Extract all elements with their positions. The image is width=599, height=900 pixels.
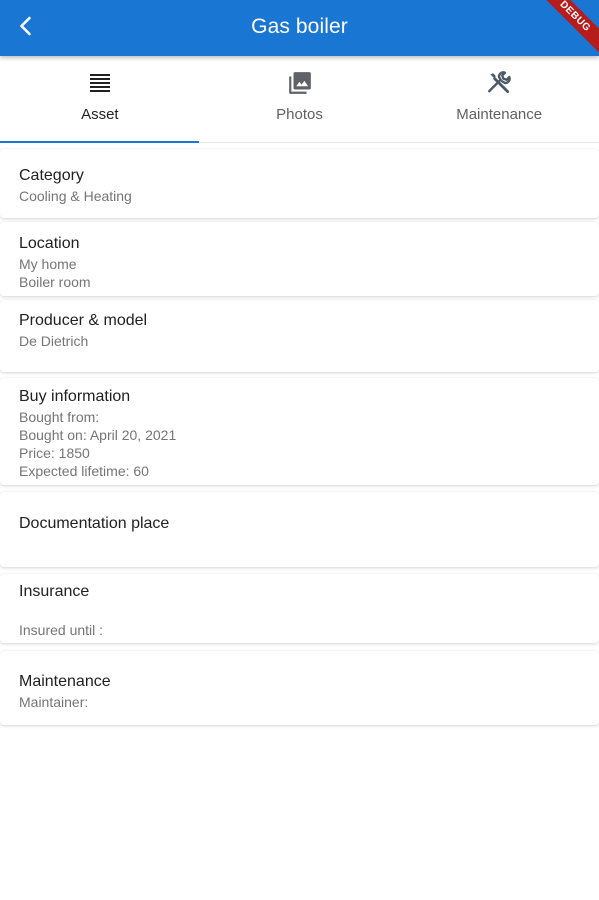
app-screen: Gas boiler DEBUG Asset Photos Maintenanc… bbox=[0, 0, 599, 900]
location-line-1: My home bbox=[19, 256, 77, 272]
bought-from: Bought from: bbox=[19, 409, 100, 425]
tab-asset[interactable]: Asset bbox=[0, 56, 200, 143]
tab-maintenance-label: Maintenance bbox=[456, 106, 543, 123]
location-line-2: Boiler room bbox=[19, 274, 91, 290]
category-card[interactable]: Category Cooling & Heating bbox=[0, 149, 599, 218]
maintenance-title: Maintenance bbox=[19, 673, 111, 690]
tab-asset-label: Asset bbox=[81, 106, 119, 123]
documentation-card[interactable]: Documentation place bbox=[0, 492, 599, 567]
expected-lifetime: Expected lifetime: 60 bbox=[19, 463, 149, 479]
tab-photos-label: Photos bbox=[276, 106, 323, 123]
list-icon bbox=[87, 70, 113, 96]
documentation-title: Documentation place bbox=[19, 515, 170, 532]
debug-banner: DEBUG bbox=[539, 0, 599, 58]
tab-bar: Asset Photos Maintenance bbox=[0, 56, 599, 143]
maintainer: Maintainer: bbox=[19, 694, 89, 710]
producer-value: De Dietrich bbox=[19, 333, 89, 349]
location-title: Location bbox=[19, 235, 80, 252]
tab-maintenance[interactable]: Maintenance bbox=[399, 56, 599, 142]
app-bar: Gas boiler DEBUG bbox=[0, 0, 599, 58]
producer-title: Producer & model bbox=[19, 312, 148, 329]
insured-until: Insured until : bbox=[19, 622, 104, 638]
photo-library-icon bbox=[287, 70, 313, 96]
producer-card[interactable]: Producer & model De Dietrich bbox=[0, 300, 599, 372]
active-tab-indicator bbox=[0, 141, 199, 143]
location-card[interactable]: Location My home Boiler room bbox=[0, 222, 599, 296]
page-title: Gas boiler bbox=[251, 15, 348, 38]
category-title: Category bbox=[19, 167, 84, 184]
insurance-card[interactable]: Insurance Insured until : bbox=[0, 574, 599, 643]
bought-on: Bought on: April 20, 2021 bbox=[19, 427, 177, 443]
tools-icon bbox=[486, 70, 512, 96]
maintenance-card[interactable]: Maintenance Maintainer: bbox=[0, 651, 599, 725]
price: Price: 1850 bbox=[19, 445, 90, 461]
insurance-title: Insurance bbox=[19, 583, 90, 600]
buy-information-card[interactable]: Buy information Bought from: Bought on: … bbox=[0, 378, 599, 485]
buy-information-title: Buy information bbox=[19, 388, 131, 405]
category-value: Cooling & Heating bbox=[19, 188, 132, 204]
tab-photos[interactable]: Photos bbox=[200, 56, 400, 142]
debug-banner-container: DEBUG bbox=[539, 0, 599, 60]
